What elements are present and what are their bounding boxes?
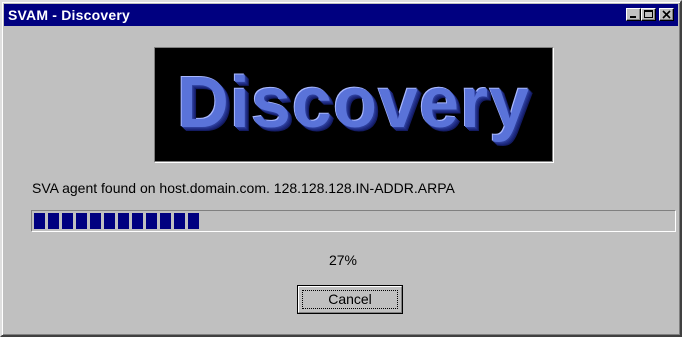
close-button[interactable] bbox=[659, 8, 674, 21]
minimize-button[interactable] bbox=[626, 8, 641, 21]
progress-block bbox=[90, 213, 101, 229]
progress-fill bbox=[34, 213, 675, 229]
progress-block bbox=[174, 213, 185, 229]
progress-block bbox=[62, 213, 73, 229]
maximize-icon bbox=[644, 10, 653, 18]
discovery-logo-text: Discovery bbox=[176, 63, 531, 143]
progress-block bbox=[132, 213, 143, 229]
progress-block bbox=[146, 213, 157, 229]
progress-block bbox=[34, 213, 45, 229]
progress-block bbox=[118, 213, 129, 229]
maximize-button[interactable] bbox=[641, 8, 656, 21]
progress-block bbox=[188, 213, 199, 229]
discovery-window: SVAM - Discovery Discovery SVA agent fou… bbox=[0, 0, 682, 337]
progress-block bbox=[48, 213, 59, 229]
discovery-logo-banner: Discovery bbox=[154, 47, 553, 162]
cancel-button[interactable]: Cancel bbox=[297, 285, 403, 314]
title-bar[interactable]: SVAM - Discovery bbox=[4, 4, 678, 26]
status-message: SVA agent found on host.domain.com. 128.… bbox=[32, 180, 455, 196]
window-title: SVAM - Discovery bbox=[8, 7, 130, 23]
minimize-icon bbox=[630, 16, 636, 18]
progress-block bbox=[160, 213, 171, 229]
cancel-button-label: Cancel bbox=[328, 291, 372, 307]
close-icon bbox=[662, 10, 671, 19]
progress-bar bbox=[31, 210, 676, 232]
progress-percent: 27% bbox=[328, 252, 358, 268]
progress-block bbox=[76, 213, 87, 229]
progress-block bbox=[104, 213, 115, 229]
